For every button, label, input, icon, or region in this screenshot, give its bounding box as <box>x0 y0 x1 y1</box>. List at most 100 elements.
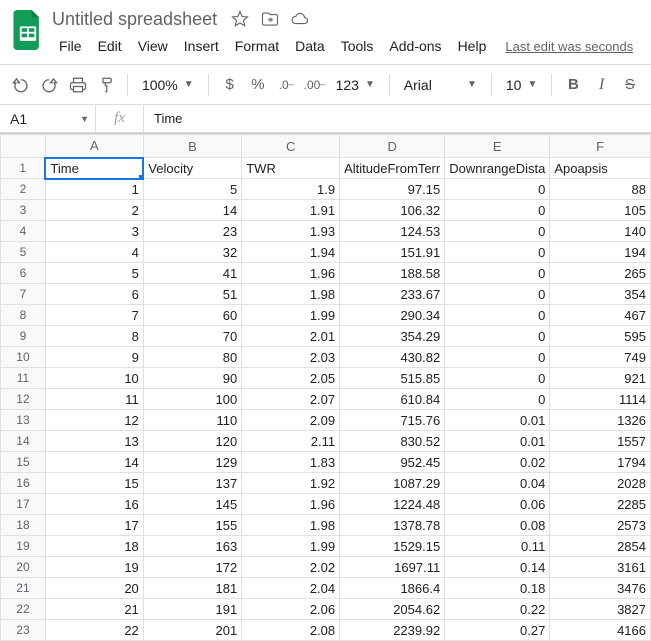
cell[interactable]: 4 <box>45 242 143 263</box>
cell[interactable]: 921 <box>550 368 651 389</box>
cell[interactable]: 140 <box>550 221 651 242</box>
cell[interactable]: 0.08 <box>445 515 550 536</box>
name-box[interactable]: A1 ▼ <box>0 105 96 132</box>
cell[interactable]: 0.14 <box>445 557 550 578</box>
row-header[interactable]: 15 <box>1 452 46 473</box>
cell[interactable]: 120 <box>143 431 241 452</box>
cell[interactable]: 2.01 <box>242 326 340 347</box>
cell[interactable]: 0.02 <box>445 452 550 473</box>
cell[interactable]: 233.67 <box>340 284 445 305</box>
cell[interactable]: 2573 <box>550 515 651 536</box>
row-header[interactable]: 12 <box>1 389 46 410</box>
cell[interactable]: 15 <box>45 473 143 494</box>
font-size-dropdown[interactable]: 10 ▼ <box>500 71 543 99</box>
cell[interactable]: 1866.4 <box>340 578 445 599</box>
cell[interactable]: 13 <box>45 431 143 452</box>
decrease-decimal-button[interactable]: .0_ <box>273 71 299 99</box>
cell[interactable]: 1.9 <box>242 179 340 200</box>
cell[interactable]: 1087.29 <box>340 473 445 494</box>
cell[interactable]: 2.06 <box>242 599 340 620</box>
cell[interactable]: 41 <box>143 263 241 284</box>
cell[interactable]: 1.94 <box>242 242 340 263</box>
row-header[interactable]: 11 <box>1 368 46 389</box>
cell[interactable]: 430.82 <box>340 347 445 368</box>
strikethrough-button[interactable]: S <box>617 71 643 99</box>
cell[interactable]: 749 <box>550 347 651 368</box>
cloud-status-icon[interactable] <box>289 8 311 30</box>
cell[interactable]: 2.07 <box>242 389 340 410</box>
cell[interactable]: 201 <box>143 620 241 641</box>
cell[interactable]: 2.11 <box>242 431 340 452</box>
cell[interactable]: 290.34 <box>340 305 445 326</box>
cell[interactable]: 14 <box>45 452 143 473</box>
row-header[interactable]: 4 <box>1 221 46 242</box>
cell[interactable]: 155 <box>143 515 241 536</box>
row-header[interactable]: 7 <box>1 284 46 305</box>
row-header[interactable]: 16 <box>1 473 46 494</box>
cell[interactable]: 188.58 <box>340 263 445 284</box>
spreadsheet-grid[interactable]: ABCDEF1TimeVelocityTWRAltitudeFromTerrDo… <box>0 134 651 641</box>
cell[interactable]: AltitudeFromTerr <box>340 158 445 179</box>
cell[interactable]: 0 <box>445 305 550 326</box>
row-header[interactable]: 6 <box>1 263 46 284</box>
cell[interactable]: 1.98 <box>242 284 340 305</box>
cell[interactable]: 1.99 <box>242 536 340 557</box>
cell[interactable]: 0 <box>445 347 550 368</box>
cell[interactable]: 2.04 <box>242 578 340 599</box>
row-header[interactable]: 3 <box>1 200 46 221</box>
italic-button[interactable]: I <box>589 71 615 99</box>
last-edit-link[interactable]: Last edit was seconds <box>505 39 633 54</box>
cell[interactable]: 0.01 <box>445 410 550 431</box>
cell[interactable]: 17 <box>45 515 143 536</box>
row-header[interactable]: 2 <box>1 179 46 200</box>
cell[interactable]: 181 <box>143 578 241 599</box>
cell[interactable]: 2285 <box>550 494 651 515</box>
row-header[interactable]: 21 <box>1 578 46 599</box>
column-header-A[interactable]: A <box>45 135 143 158</box>
cell[interactable]: 129 <box>143 452 241 473</box>
cell[interactable]: 105 <box>550 200 651 221</box>
cell[interactable]: 19 <box>45 557 143 578</box>
cell[interactable]: 2.02 <box>242 557 340 578</box>
cell[interactable]: 51 <box>143 284 241 305</box>
cell[interactable]: 6 <box>45 284 143 305</box>
cell[interactable]: 151.91 <box>340 242 445 263</box>
cell[interactable]: 1224.48 <box>340 494 445 515</box>
cell[interactable]: 100 <box>143 389 241 410</box>
cell[interactable]: 2854 <box>550 536 651 557</box>
cell[interactable]: 110 <box>143 410 241 431</box>
cell[interactable]: 0 <box>445 221 550 242</box>
cell[interactable]: 12 <box>45 410 143 431</box>
cell[interactable]: 5 <box>45 263 143 284</box>
cell[interactable]: 1.92 <box>242 473 340 494</box>
print-button[interactable] <box>65 71 91 99</box>
select-all-corner[interactable] <box>1 135 46 158</box>
cell[interactable]: 0 <box>445 263 550 284</box>
document-title[interactable]: Untitled spreadsheet <box>48 9 221 30</box>
move-icon[interactable] <box>259 8 281 30</box>
cell[interactable]: 0.01 <box>445 431 550 452</box>
cell[interactable]: 23 <box>143 221 241 242</box>
row-header[interactable]: 19 <box>1 536 46 557</box>
cell[interactable]: 1.98 <box>242 515 340 536</box>
cell[interactable]: 124.53 <box>340 221 445 242</box>
formula-bar-input[interactable] <box>144 105 651 132</box>
cell[interactable]: 0.27 <box>445 620 550 641</box>
sheets-app-icon[interactable] <box>8 6 48 54</box>
cell[interactable]: 194 <box>550 242 651 263</box>
cell[interactable]: 0.22 <box>445 599 550 620</box>
row-header[interactable]: 17 <box>1 494 46 515</box>
cell[interactable]: 22 <box>45 620 143 641</box>
cell[interactable]: 5 <box>143 179 241 200</box>
cell[interactable]: 88 <box>550 179 651 200</box>
menu-edit[interactable]: Edit <box>91 34 129 58</box>
column-header-C[interactable]: C <box>242 135 340 158</box>
cell[interactable]: 3827 <box>550 599 651 620</box>
column-header-B[interactable]: B <box>143 135 241 158</box>
cell[interactable]: 2.09 <box>242 410 340 431</box>
menu-data[interactable]: Data <box>288 34 332 58</box>
menu-file[interactable]: File <box>52 34 89 58</box>
cell[interactable]: 137 <box>143 473 241 494</box>
cell[interactable]: 32 <box>143 242 241 263</box>
cell[interactable]: 18 <box>45 536 143 557</box>
